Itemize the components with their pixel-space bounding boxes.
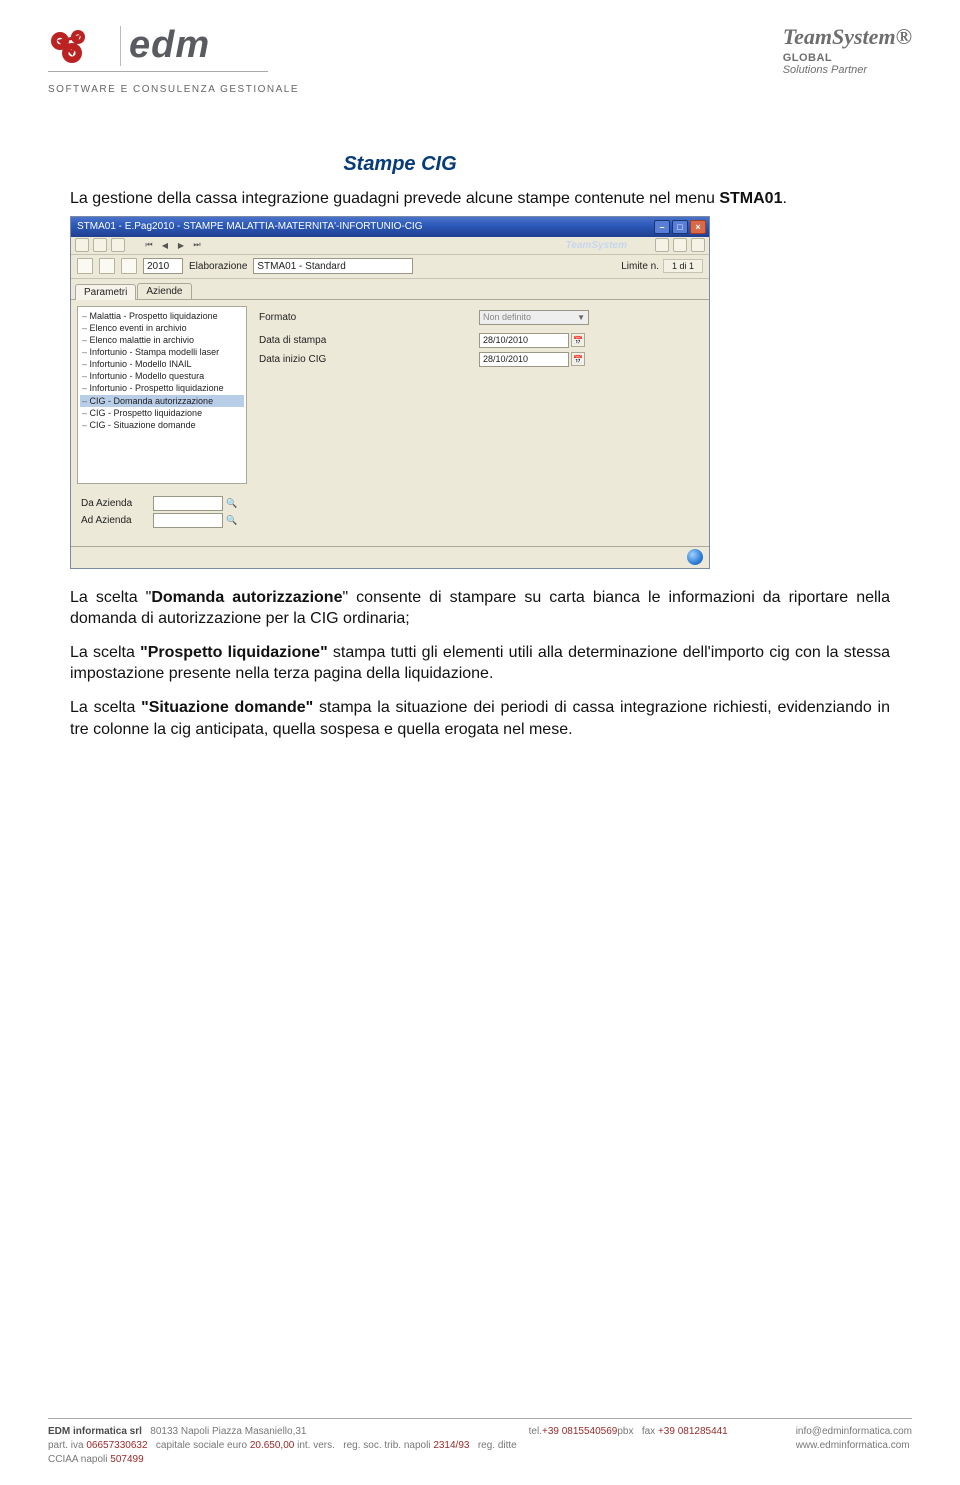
window-titlebar[interactable]: STMA01 - E.Pag2010 - STAMPE MALATTIA-MAT… [71,217,709,237]
formato-combo[interactable]: Non definito▼ [479,310,589,325]
minimize-button[interactable]: – [654,220,670,234]
formato-label: Formato [259,312,479,323]
ts-sub-global: GLOBAL [783,52,912,64]
header-divider [48,71,268,72]
maximize-button[interactable]: □ [672,220,688,234]
toolbar-icon-delete[interactable] [121,258,137,274]
data-stampa-field[interactable]: 28/10/2010 [479,333,569,348]
ad-azienda-label: Ad Azienda [81,515,153,526]
document-body: Stampe CIG La gestione della cassa integ… [0,103,960,740]
da-azienda-label: Da Azienda [81,498,153,509]
da-azienda-field[interactable] [153,496,223,511]
paragraph-domanda: La scelta "Domanda autorizzazione" conse… [70,587,890,630]
report-tree[interactable]: Malattia - Prospetto liquidazione Elenco… [77,306,247,484]
panel-body: Malattia - Prospetto liquidazione Elenco… [71,300,709,490]
toolbar-icon-save[interactable] [77,258,93,274]
tab-aziende[interactable]: Aziende [137,283,191,299]
toolbar-icon-open[interactable] [99,258,115,274]
year-field[interactable]: 2010 [143,258,183,274]
ts-wordmark: TeamSystem® [783,24,912,50]
section-title: Stampe CIG [250,153,550,176]
tree-item[interactable]: Malattia - Prospetto liquidazione [80,310,244,322]
tab-row: Parametri Aziende [71,279,709,300]
page-header: edm SOFTWARE E CONSULENZA GESTIONALE Tea… [0,0,960,103]
app-window: STMA01 - E.Pag2010 - STAMPE MALATTIA-MAT… [70,216,710,569]
tab-parametri[interactable]: Parametri [75,284,136,300]
limit-label: Limite n. [621,261,659,272]
chevron-down-icon: ▼ [577,313,585,322]
status-bar [71,546,709,568]
tree-item[interactable]: CIG - Prospetto liquidazione [80,407,244,419]
menu-icon-hierarchy[interactable] [655,238,669,252]
paragraph-situazione: La scelta "Situazione domande" stampa la… [70,697,890,740]
menu-icon-3[interactable] [111,238,125,252]
ad-azienda-field[interactable] [153,513,223,528]
tree-item[interactable]: CIG - Situazione domande [80,419,244,431]
nav-next-icon[interactable]: ▶ [175,239,187,251]
brand-watermark: TeamSystem [566,240,627,251]
menu-icon-1[interactable] [75,238,89,252]
tree-item[interactable]: Infortunio - Modello questura [80,370,244,382]
nav-prev-icon[interactable]: ◀ [159,239,171,251]
elab-label: Elaborazione [189,261,247,272]
tree-item[interactable]: Infortunio - Stampa modelli laser [80,346,244,358]
calendar-icon[interactable]: 📅 [571,333,585,347]
window-title: STMA01 - E.Pag2010 - STAMPE MALATTIA-MAT… [77,221,422,232]
paragraph-prospetto: La scelta "Prospetto liquidazione" stamp… [70,642,890,685]
elab-combo[interactable]: STMA01 - Standard [253,258,413,274]
menu-icon-print[interactable] [673,238,687,252]
page-footer: EDM informatica srl 80133 Napoli Piazza … [48,1418,912,1467]
edm-wordmark: edm [123,24,210,67]
status-globe-icon[interactable] [687,549,703,565]
footer-company: EDM informatica srl [48,1426,142,1437]
nav-last-icon[interactable]: ⏭ [191,239,203,251]
toolbar: 2010 Elaborazione STMA01 - Standard Limi… [71,255,709,279]
data-inizio-label: Data inizio CIG [259,354,349,365]
calendar-icon[interactable]: 📅 [571,352,585,366]
tree-item[interactable]: Infortunio - Prospetto liquidazione [80,382,244,394]
menu-icon-2[interactable] [93,238,107,252]
tree-item[interactable]: Infortunio - Modello INAIL [80,358,244,370]
data-inizio-field[interactable]: 28/10/2010 [479,352,569,367]
ts-sub-partner: Solutions Partner [783,64,912,76]
logo-teamsystem: TeamSystem® GLOBAL Solutions Partner [783,24,912,76]
azienda-block: Da Azienda 🔍 Ad Azienda 🔍 [71,490,709,546]
menu-icon-help[interactable] [691,238,705,252]
nav-first-icon[interactable]: ⏮ [143,239,155,251]
paragraph-intro: La gestione della cassa integrazione gua… [70,188,890,210]
close-button[interactable]: × [690,220,706,234]
footer-address: 80133 Napoli Piazza Masaniello,31 [150,1426,306,1437]
search-icon[interactable]: 🔍 [225,513,239,527]
menu-bar: ⏮ ◀ ▶ ⏭ TeamSystem [71,237,709,255]
form-panel: Formato Non definito▼ Data di stampa 28/… [255,306,703,484]
footer-email: info@edminformatica.com [796,1425,912,1439]
footer-website: www.edminformatica.com [796,1439,912,1453]
search-icon[interactable]: 🔍 [225,496,239,510]
tree-item[interactable]: Elenco malattie in archivio [80,334,244,346]
code-stma01: STMA01 [719,190,782,207]
logo-edm: edm SOFTWARE E CONSULENZA GESTIONALE [48,24,299,95]
limit-value: 1 di 1 [663,259,703,273]
data-stampa-label: Data di stampa [259,335,349,346]
tree-item-selected[interactable]: CIG - Domanda autorizzazione [80,395,244,407]
edm-tagline: SOFTWARE E CONSULENZA GESTIONALE [48,84,299,95]
tree-item[interactable]: Elenco eventi in archivio [80,322,244,334]
edm-blobs-icon [48,29,108,63]
